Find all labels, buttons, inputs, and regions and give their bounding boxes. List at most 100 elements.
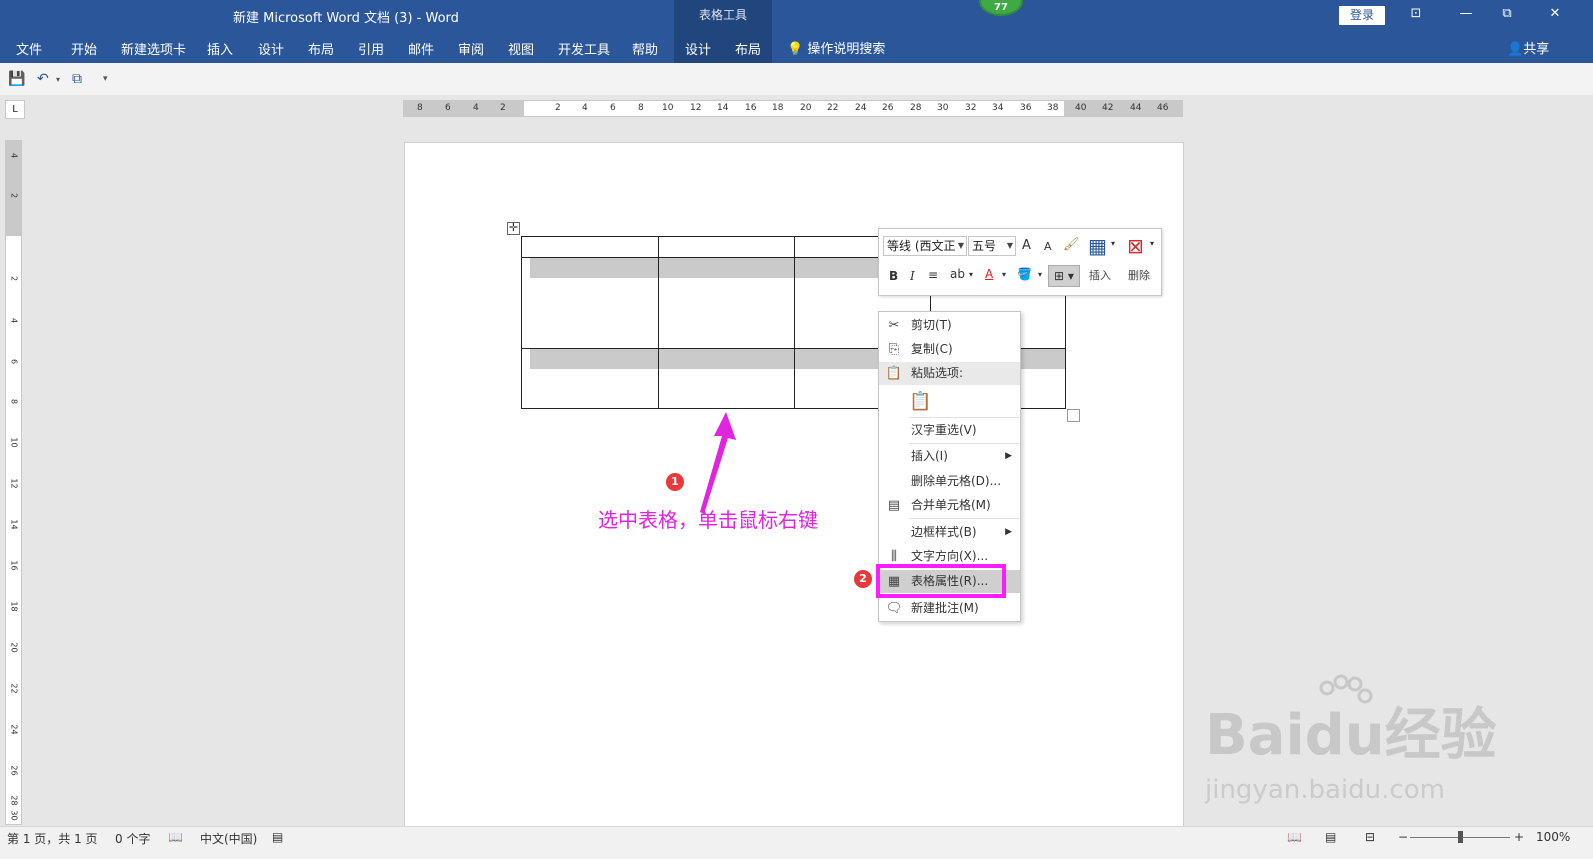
insert-label[interactable]: 插入 bbox=[1089, 267, 1111, 283]
tell-me-label: 操作说明搜索 bbox=[807, 42, 886, 57]
tab-references[interactable]: 引用 bbox=[358, 39, 384, 58]
status-bar: 第 1 页，共 1 页 0 个字 📖 中文(中国) ▤ 📖 ▤ ⊟ − + 10… bbox=[0, 826, 1593, 859]
menu-item-border-styles[interactable]: 边框样式(B) ▶ bbox=[879, 521, 1020, 544]
menu-item-label: 插入(I) bbox=[911, 449, 948, 463]
merge-cells-icon: ▤ bbox=[887, 498, 901, 513]
font-name-combo[interactable]: 等线 (西文正 ▼ bbox=[883, 236, 967, 256]
read-mode-icon[interactable]: 📖 bbox=[1287, 830, 1302, 844]
table-resize-handle[interactable] bbox=[1067, 409, 1080, 422]
italic-button[interactable]: I bbox=[910, 269, 915, 283]
tab-table-design[interactable]: 设计 bbox=[685, 39, 711, 58]
tab-view[interactable]: 视图 bbox=[508, 39, 534, 58]
menu-item-insert[interactable]: 插入(I) ▶ bbox=[879, 445, 1020, 468]
ruler-tick: 20 bbox=[800, 103, 812, 113]
ruler-tick: 32 bbox=[965, 103, 977, 113]
zoom-out-button[interactable]: − bbox=[1398, 830, 1408, 844]
tell-me-search[interactable]: 💡 操作说明搜索 bbox=[787, 38, 885, 57]
zoom-in-button[interactable]: + bbox=[1514, 830, 1524, 844]
ruler-tick: 14 bbox=[717, 103, 729, 113]
share-label: 共享 bbox=[1523, 42, 1550, 57]
font-color-button[interactable]: A bbox=[985, 267, 993, 281]
tab-table-layout[interactable]: 布局 bbox=[735, 39, 761, 58]
horizontal-ruler[interactable]: 8 6 4 2 2 4 6 8 10 12 14 16 18 20 22 24 … bbox=[403, 100, 1183, 117]
ruler-tick: 4 bbox=[473, 103, 479, 113]
ruler-tick: 26 bbox=[882, 103, 894, 113]
tab-review[interactable]: 审阅 bbox=[458, 39, 484, 58]
minimize-icon[interactable]: — bbox=[1457, 6, 1475, 22]
notification-badge[interactable]: 77 bbox=[979, 0, 1023, 16]
shrink-font-button[interactable]: A bbox=[1044, 240, 1052, 253]
menu-separator bbox=[909, 443, 1019, 444]
web-layout-icon[interactable]: ⊟ bbox=[1365, 830, 1375, 844]
menu-item-cut[interactable]: ✂ 剪切(T) bbox=[879, 314, 1020, 337]
grow-font-button[interactable]: A bbox=[1022, 238, 1031, 253]
ruler-tick: 28 bbox=[910, 103, 922, 113]
vertical-ruler[interactable]: 4 2 2 4 6 8 10 12 14 16 18 20 22 24 26 2… bbox=[5, 140, 22, 825]
menu-item-new-comment[interactable]: 🗨 新建批注(M) bbox=[879, 597, 1020, 620]
chevron-down-icon[interactable]: ▾ bbox=[1038, 270, 1042, 279]
delete-label[interactable]: 删除 bbox=[1128, 267, 1150, 283]
format-painter-icon[interactable]: 🖌 bbox=[1063, 237, 1080, 252]
ruler-tick: 22 bbox=[9, 683, 19, 694]
tab-new-tab[interactable]: 新建选项卡 bbox=[121, 39, 186, 58]
bold-button[interactable]: B bbox=[889, 269, 898, 283]
tab-design[interactable]: 设计 bbox=[258, 39, 284, 58]
touch-mode-icon[interactable]: ⧉ bbox=[72, 71, 82, 87]
ruler-tick: 16 bbox=[9, 560, 19, 571]
copy-icon: ⎘ bbox=[888, 342, 900, 357]
restore-icon[interactable]: ⧉ bbox=[1498, 6, 1516, 22]
print-layout-icon[interactable]: ▤ bbox=[1325, 830, 1336, 844]
ruler-tick: 2 bbox=[9, 275, 19, 282]
annotation-text: 选中表格，单击鼠标右键 bbox=[598, 508, 818, 532]
chevron-down-icon[interactable]: ▾ bbox=[1111, 239, 1115, 248]
tab-layout[interactable]: 布局 bbox=[308, 39, 334, 58]
macro-record-icon[interactable]: ▤ bbox=[272, 830, 283, 844]
lightbulb-icon: 💡 bbox=[787, 42, 804, 57]
center-align-icon[interactable]: ≡ bbox=[928, 268, 938, 282]
tab-help[interactable]: 帮助 bbox=[632, 39, 658, 58]
login-button[interactable]: 登录 bbox=[1339, 6, 1385, 25]
undo-icon[interactable]: ↶ bbox=[37, 71, 49, 87]
menu-item-copy[interactable]: ⎘ 复制(C) bbox=[879, 338, 1020, 361]
chevron-down-icon[interactable]: ▾ bbox=[1150, 239, 1154, 248]
table-move-handle-icon[interactable]: ✛ bbox=[507, 222, 520, 235]
word-count[interactable]: 0 个字 bbox=[115, 830, 150, 847]
tab-home[interactable]: 开始 bbox=[71, 39, 97, 58]
ruler-tick: 44 bbox=[1130, 103, 1142, 113]
menu-item-delete-cells[interactable]: 删除单元格(D)... bbox=[879, 470, 1020, 493]
undo-dropdown-icon[interactable]: ▾ bbox=[56, 75, 60, 84]
ruler-tick: 8 bbox=[417, 103, 423, 113]
font-size-combo[interactable]: 五号 ▼ bbox=[968, 236, 1016, 256]
ruler-tick: 26 bbox=[9, 765, 19, 776]
tab-insert[interactable]: 插入 bbox=[207, 39, 233, 58]
zoom-level[interactable]: 100% bbox=[1536, 830, 1570, 844]
insert-table-icon[interactable]: ▦ bbox=[1088, 234, 1107, 258]
shading-icon[interactable]: 🪣 bbox=[1017, 267, 1032, 281]
borders-button[interactable]: ⊞ ▾ bbox=[1048, 265, 1080, 287]
proofing-icon[interactable]: 📖 bbox=[168, 830, 183, 844]
zoom-slider-thumb[interactable] bbox=[1458, 831, 1463, 843]
menu-item-label: 剪切(T) bbox=[911, 318, 952, 332]
tab-file[interactable]: 文件 bbox=[16, 39, 42, 58]
share-button[interactable]: 👤共享 bbox=[1507, 38, 1549, 57]
ruler-tick: 34 bbox=[992, 103, 1004, 113]
customize-qat-icon[interactable]: ▾ bbox=[103, 74, 108, 84]
ribbon-tabs: 文件 开始 新建选项卡 插入 设计 布局 引用 邮件 审阅 视图 开发工具 帮助… bbox=[0, 30, 1593, 63]
menu-item-merge-cells[interactable]: ▤ 合并单元格(M) bbox=[879, 494, 1020, 517]
tab-selector[interactable]: L bbox=[5, 100, 25, 119]
tab-developer[interactable]: 开发工具 bbox=[558, 39, 610, 58]
ribbon-display-options-icon[interactable]: ⊡ bbox=[1407, 6, 1425, 22]
tab-mailings[interactable]: 邮件 bbox=[408, 39, 434, 58]
save-icon[interactable]: 💾 bbox=[8, 71, 25, 87]
language[interactable]: 中文(中国) bbox=[200, 830, 257, 847]
paste-keep-text-option[interactable]: 📋 bbox=[879, 388, 1020, 416]
menu-item-reconvert[interactable]: 汉字重选(V) bbox=[879, 419, 1020, 442]
highlight-icon[interactable]: ab bbox=[950, 267, 965, 281]
delete-table-icon[interactable]: ⊠ bbox=[1127, 234, 1144, 258]
chevron-down-icon[interactable]: ▾ bbox=[969, 270, 973, 279]
ruler-tick: 6 bbox=[610, 103, 616, 113]
close-icon[interactable]: ✕ bbox=[1546, 6, 1564, 22]
menu-separator bbox=[909, 518, 1019, 519]
page-count[interactable]: 第 1 页，共 1 页 bbox=[7, 830, 98, 847]
chevron-down-icon[interactable]: ▾ bbox=[1002, 270, 1006, 279]
